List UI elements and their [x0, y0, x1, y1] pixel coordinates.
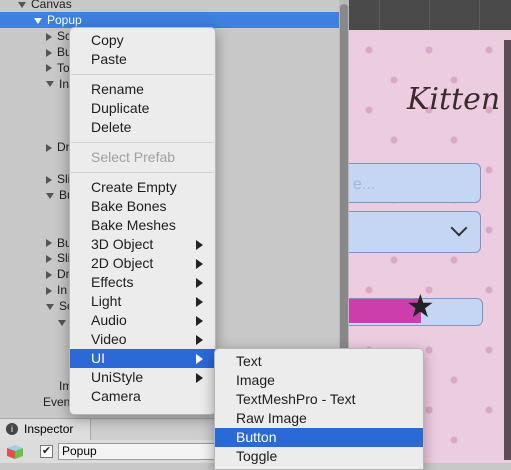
menu-item-label: Select Prefab	[91, 149, 176, 165]
submenu-arrow-icon	[196, 297, 203, 307]
menu-item-label: Camera	[91, 388, 141, 404]
menu-item-label: Video	[91, 331, 127, 347]
hierarchy-item-label: In	[57, 283, 68, 298]
grid-line	[379, 0, 380, 30]
expand-arrow-down-icon[interactable]	[34, 17, 42, 24]
menu-item-audio[interactable]: Audio	[70, 311, 215, 330]
menu-item-label: Bake Meshes	[91, 217, 176, 233]
grid-line	[479, 0, 480, 30]
info-icon: i	[6, 423, 18, 435]
menu-item-label: Duplicate	[91, 100, 150, 116]
hierarchy-item-label: In	[59, 76, 70, 91]
menu-item-label: UniStyle	[91, 369, 144, 385]
submenu-arrow-icon	[196, 278, 203, 288]
menu-item-label: Delete	[91, 119, 132, 135]
expand-arrow-right-icon[interactable]	[46, 32, 52, 41]
menu-item-bake-meshes[interactable]: Bake Meshes	[70, 216, 215, 235]
expand-arrow-down-icon[interactable]	[18, 1, 26, 8]
hierarchy-item-label: Dr	[57, 267, 70, 282]
submenu-item-textmeshpro-text[interactable]: TextMeshPro - Text	[215, 390, 423, 409]
submenu-item-text[interactable]: Text	[215, 352, 423, 371]
hierarchy-item-label: Dr	[57, 140, 70, 155]
menu-item-effects[interactable]: Effects	[70, 273, 215, 292]
menu-item-label: Copy	[91, 32, 124, 48]
submenu-arrow-icon	[196, 335, 203, 345]
menu-item-ui[interactable]: UI	[70, 349, 215, 368]
menu-separator	[71, 172, 214, 173]
menu-item-unistyle[interactable]: UniStyle	[70, 368, 215, 387]
expand-arrow-down-icon[interactable]	[46, 192, 54, 199]
menu-item-delete[interactable]: Delete	[70, 118, 215, 137]
menu-separator	[71, 74, 214, 75]
popup-title-text: Kitten	[407, 82, 501, 117]
menu-separator	[71, 142, 214, 143]
submenu-item-toggle[interactable]: Toggle	[215, 447, 423, 466]
hierarchy-item-label: To	[57, 60, 70, 75]
submenu-item-raw-image[interactable]: Raw Image	[215, 409, 423, 428]
menu-item-create-empty[interactable]: Create Empty	[70, 178, 215, 197]
menu-item-select-prefab: Select Prefab	[70, 148, 215, 167]
submenu-arrow-icon	[196, 354, 203, 364]
menu-item-label: Light	[91, 293, 122, 309]
tab-inspector[interactable]: i Inspector	[0, 419, 91, 440]
menu-item-label: Rename	[91, 81, 144, 97]
grid-line	[429, 0, 430, 30]
menu-item-bake-bones[interactable]: Bake Bones	[70, 197, 215, 216]
panel-edge	[504, 40, 511, 460]
submenu-item-label: Raw Image	[236, 410, 307, 426]
hierarchy-item-label: Canvas	[31, 0, 72, 11]
star-icon: ★	[406, 288, 435, 324]
submenu-item-label: Image	[236, 372, 275, 388]
submenu-item-label: Text	[236, 353, 262, 369]
expand-arrow-right-icon[interactable]	[46, 48, 52, 57]
expand-arrow-right-icon[interactable]	[46, 239, 52, 248]
submenu-arrow-icon	[196, 240, 203, 250]
expand-arrow-down-icon[interactable]	[46, 81, 54, 88]
expand-arrow-down-icon[interactable]	[46, 303, 54, 310]
scrollbar-thumb[interactable]	[340, 4, 348, 404]
gameobject-cube-icon	[7, 445, 23, 459]
menu-item-copy[interactable]: Copy	[70, 31, 215, 50]
submenu-item-label: Button	[236, 429, 277, 445]
submenu-item-label: Toggle	[236, 448, 278, 464]
submenu-arrow-icon	[196, 259, 203, 269]
menu-item-light[interactable]: Light	[70, 292, 215, 311]
menu-item-label: Effects	[91, 274, 134, 290]
submenu-item-button[interactable]: Button	[215, 428, 423, 447]
hierarchy-item-popup[interactable]: Popup	[0, 11, 342, 28]
menu-item-camera[interactable]: Camera	[70, 387, 215, 406]
menu-item-paste[interactable]: Paste	[70, 50, 215, 69]
scene-toolbar	[349, 0, 511, 30]
menu-item-video[interactable]: Video	[70, 330, 215, 349]
menu-item-label: Create Empty	[91, 179, 177, 195]
menu-item-label: 2D Object	[91, 255, 154, 271]
submenu-arrow-icon	[196, 373, 203, 383]
active-checkbox[interactable]: ✔	[40, 445, 53, 458]
menu-item-2d-object[interactable]: 2D Object	[70, 254, 215, 273]
menu-item-label: Paste	[91, 51, 127, 67]
menu-item-rename[interactable]: Rename	[70, 80, 215, 99]
name-input-placeholder: e...	[353, 176, 376, 193]
menu-item-duplicate[interactable]: Duplicate	[70, 99, 215, 118]
ui-submenu: Text Image TextMeshPro - Text Raw Image Butt…	[214, 348, 424, 470]
expand-arrow-right-icon[interactable]	[46, 175, 52, 184]
context-menu: Copy Paste Rename Duplicate Delete Select Pre…	[69, 27, 216, 415]
menu-item-label: Audio	[91, 312, 127, 328]
submenu-arrow-icon	[196, 316, 203, 326]
expand-arrow-right-icon[interactable]	[46, 143, 52, 152]
menu-item-label: UI	[91, 350, 105, 366]
expand-arrow-right-icon[interactable]	[46, 271, 52, 280]
expand-arrow-right-icon[interactable]	[46, 255, 52, 264]
menu-item-3d-object[interactable]: 3D Object	[70, 235, 215, 254]
expand-arrow-right-icon[interactable]	[46, 64, 52, 73]
hierarchy-item-label: Popup	[47, 12, 82, 27]
expand-arrow-right-icon[interactable]	[46, 287, 52, 296]
submenu-item-label: TextMeshPro - Text	[236, 391, 356, 407]
expand-arrow-down-icon[interactable]	[58, 319, 66, 326]
inspector-tab-label: Inspector	[24, 422, 74, 436]
menu-item-label: 3D Object	[91, 236, 154, 252]
submenu-item-image[interactable]: Image	[215, 371, 423, 390]
menu-item-label: Bake Bones	[91, 198, 167, 214]
